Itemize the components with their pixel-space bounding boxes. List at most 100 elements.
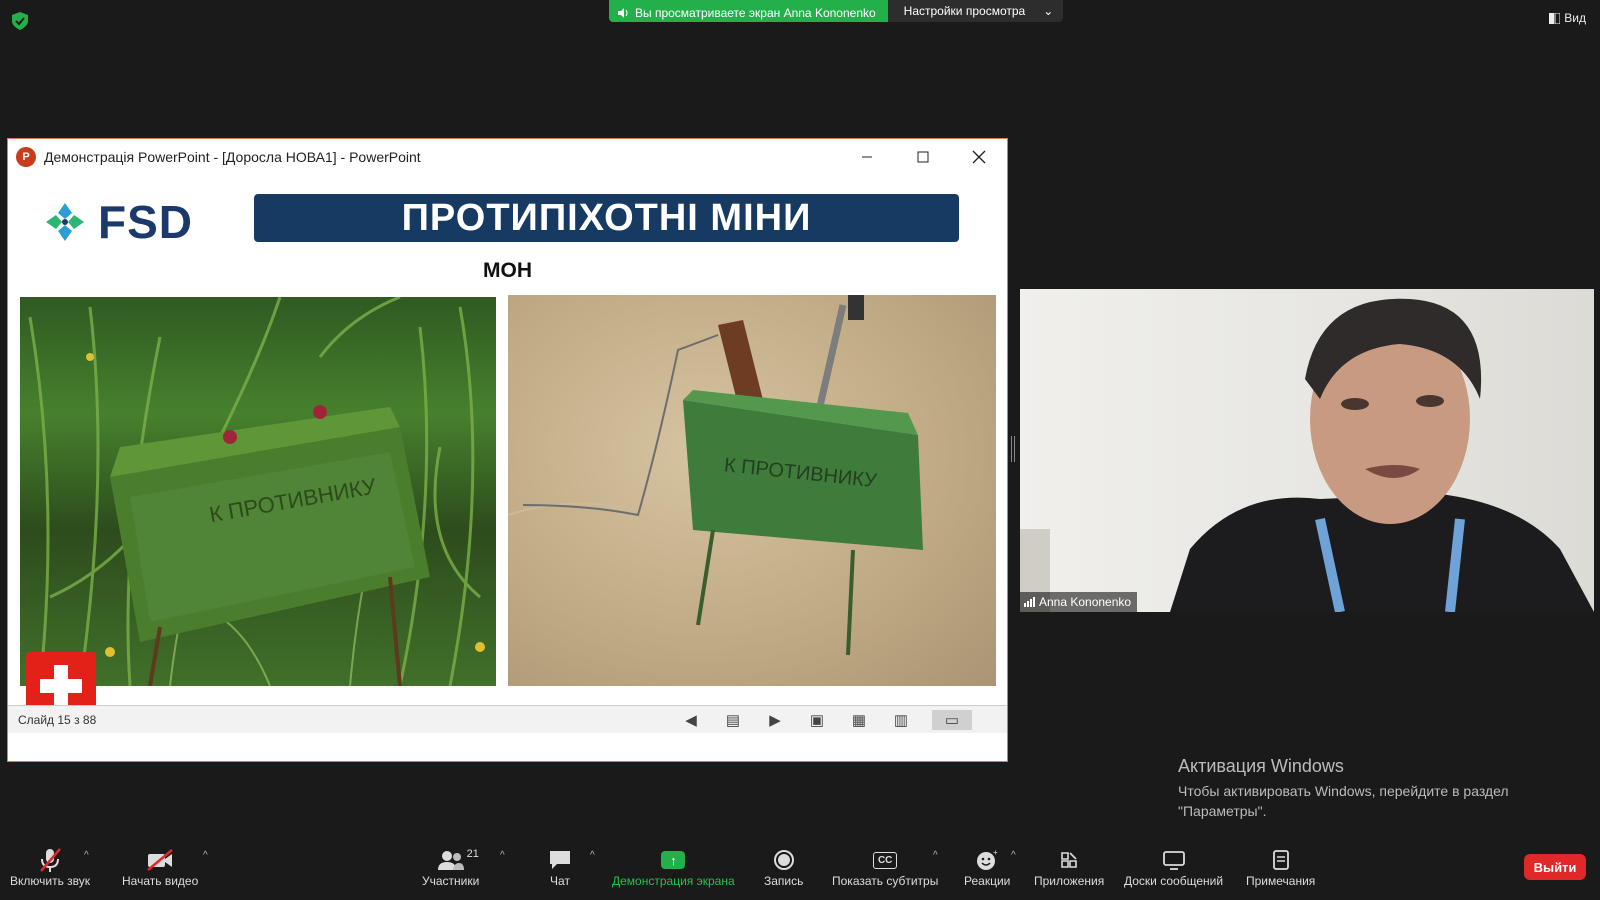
- participants-options-chevron-icon[interactable]: ^: [500, 850, 505, 861]
- record-icon: [773, 846, 795, 874]
- previous-slide-button[interactable]: ◀: [680, 710, 702, 730]
- minimize-button[interactable]: [839, 139, 895, 175]
- participant-video-frame: [1020, 298, 1594, 612]
- svg-text:+: +: [993, 849, 998, 857]
- participant-name-tag: Anna Kononenko: [1020, 592, 1138, 612]
- view-button-label: Вид: [1564, 11, 1586, 25]
- captions-options-chevron-icon[interactable]: ^: [933, 850, 938, 861]
- reactions-options-chevron-icon[interactable]: ^: [1011, 850, 1016, 861]
- share-screen-button[interactable]: ↑ Демонстрация экрана: [612, 846, 735, 888]
- fsd-logo-text: FSD: [98, 196, 193, 248]
- muted-mic-icon: [38, 846, 62, 874]
- participant-name: Anna Kononenko: [1039, 595, 1132, 609]
- notes-button[interactable]: ▤: [722, 710, 744, 730]
- shared-powerpoint-window: P Демонстрація PowerPoint - [Доросла НОВ…: [7, 138, 1008, 762]
- ppt-window-title: Демонстрація PowerPoint - [Доросла НОВА1…: [44, 149, 421, 165]
- slideshow-status-bar: Слайд 15 з 88 ◀ ▤ ▶ ▣ ▦ ▥ ▭: [8, 705, 1007, 733]
- apps-button[interactable]: Приложения: [1034, 846, 1104, 888]
- unmute-label: Включить звук: [10, 874, 91, 888]
- apps-icon: [1058, 846, 1080, 874]
- chat-options-chevron-icon[interactable]: ^: [590, 850, 595, 861]
- windows-activation-line2: "Параметры".: [1178, 803, 1267, 819]
- captions-icon: CC: [872, 846, 898, 874]
- viewing-screen-indicator: Вы просматриваете экран Anna Kononenko: [609, 0, 888, 22]
- slide-counter: Слайд 15 з 88: [18, 712, 97, 727]
- reactions-icon: +: [975, 846, 999, 874]
- slide-subtitle: МОН: [483, 259, 532, 282]
- powerpoint-logo-icon: P: [16, 147, 36, 167]
- security-shield-icon[interactable]: [12, 12, 28, 30]
- notes-icon: [1271, 846, 1291, 874]
- layout-icon: [1549, 12, 1561, 24]
- maximize-button[interactable]: [895, 139, 951, 175]
- next-icon: ▶: [769, 712, 781, 729]
- video-off-icon: [146, 846, 174, 874]
- reading-view-button[interactable]: ▥: [890, 710, 912, 730]
- chat-label: Чат: [550, 874, 570, 888]
- notes-icon: ▤: [725, 712, 741, 729]
- whiteboard-icon: [1162, 846, 1186, 874]
- fsd-emblem-icon: [46, 203, 84, 241]
- view-settings-label: Настройки просмотра: [903, 4, 1026, 18]
- mine-photo-sand: К ПРОТИВНИКУ: [508, 295, 996, 686]
- slide-canvas[interactable]: FSD ПРОТИПІХОТНІ МІНИ МОН К ПРОТИВНИКУ К…: [8, 175, 1007, 733]
- reading-view-icon: ▥: [893, 712, 909, 729]
- chevron-down-icon: ⌄: [1043, 4, 1054, 18]
- windows-activation-line1: Чтобы активировать Windows, перейдите в …: [1178, 783, 1509, 799]
- participants-button[interactable]: 21 Участники: [422, 846, 479, 888]
- chat-button[interactable]: Чат: [548, 846, 572, 888]
- show-captions-label: Показать субтитры: [832, 874, 939, 888]
- mine-photo-grass: К ПРОТИВНИКУ: [20, 297, 496, 686]
- whiteboards-button[interactable]: Доски сообщений: [1124, 846, 1223, 888]
- reactions-button[interactable]: + Реакции: [964, 846, 1010, 888]
- windows-activation-title: Активация Windows: [1178, 756, 1344, 776]
- ppt-titlebar: P Демонстрація PowerPoint - [Доросла НОВ…: [8, 139, 1007, 175]
- slide-title: ПРОТИПІХОТНІ МІНИ: [254, 194, 959, 242]
- maximize-icon: [917, 151, 929, 163]
- chat-icon: [548, 846, 572, 874]
- apps-label: Приложения: [1034, 874, 1105, 888]
- close-icon: [972, 150, 986, 164]
- slide-sorter-icon: ▦: [851, 712, 867, 729]
- share-screen-label: Демонстрация экрана: [612, 874, 735, 888]
- signal-strength-icon: [1024, 597, 1035, 607]
- slideshow-icon: ▭: [944, 712, 960, 729]
- video-options-chevron-icon[interactable]: ^: [203, 850, 208, 861]
- notes-label: Примечания: [1246, 874, 1316, 888]
- close-button[interactable]: [951, 139, 1007, 175]
- view-settings-dropdown[interactable]: Настройки просмотра ⌄: [887, 0, 1064, 22]
- fsd-logo: FSD: [42, 195, 193, 249]
- unmute-button[interactable]: Включить звук: [10, 846, 90, 888]
- whiteboards-label: Доски сообщений: [1124, 874, 1224, 888]
- next-slide-button[interactable]: ▶: [764, 710, 786, 730]
- record-button[interactable]: Запись: [764, 846, 803, 888]
- normal-view-button[interactable]: ▣: [806, 710, 828, 730]
- viewing-screen-text: Вы просматриваете экран Anna Kononenko: [635, 6, 876, 20]
- screen-share-banner: Вы просматриваете экран Anna Kononenko Н…: [609, 0, 1064, 22]
- meeting-toolbar: Включить звук ^ Начать видео ^ 21 Участн…: [0, 838, 1600, 900]
- slide-sorter-button[interactable]: ▦: [848, 710, 870, 730]
- leave-meeting-button[interactable]: Выйти: [1524, 854, 1586, 880]
- participants-label: Участники: [422, 874, 480, 888]
- normal-view-icon: ▣: [809, 712, 825, 729]
- view-button[interactable]: Вид: [1549, 11, 1586, 25]
- reactions-label: Реакции: [964, 874, 1011, 888]
- grass-scene: К ПРОТИВНИКУ: [28, 297, 485, 686]
- slideshow-view-button[interactable]: ▭: [932, 710, 972, 730]
- show-captions-button[interactable]: CC Показать субтитры: [832, 846, 938, 888]
- panel-splitter-handle[interactable]: [1011, 436, 1015, 462]
- start-video-button[interactable]: Начать видео: [122, 846, 198, 888]
- share-screen-icon: ↑: [661, 851, 686, 869]
- previous-icon: ◀: [685, 712, 697, 729]
- participant-video[interactable]: Anna Kononenko: [1020, 289, 1594, 612]
- participants-icon: 21: [437, 846, 479, 874]
- sand-scene: К ПРОТИВНИКУ: [508, 295, 923, 656]
- start-video-label: Начать видео: [122, 874, 199, 888]
- participants-count: 21: [466, 848, 479, 860]
- record-label: Запись: [764, 874, 804, 888]
- windows-activation-watermark: Активация Windows Чтобы активировать Win…: [1178, 756, 1509, 821]
- audio-options-chevron-icon[interactable]: ^: [84, 850, 89, 861]
- speaker-icon: [618, 8, 628, 18]
- notes-button[interactable]: Примечания: [1246, 846, 1315, 888]
- minimize-icon: [862, 156, 872, 158]
